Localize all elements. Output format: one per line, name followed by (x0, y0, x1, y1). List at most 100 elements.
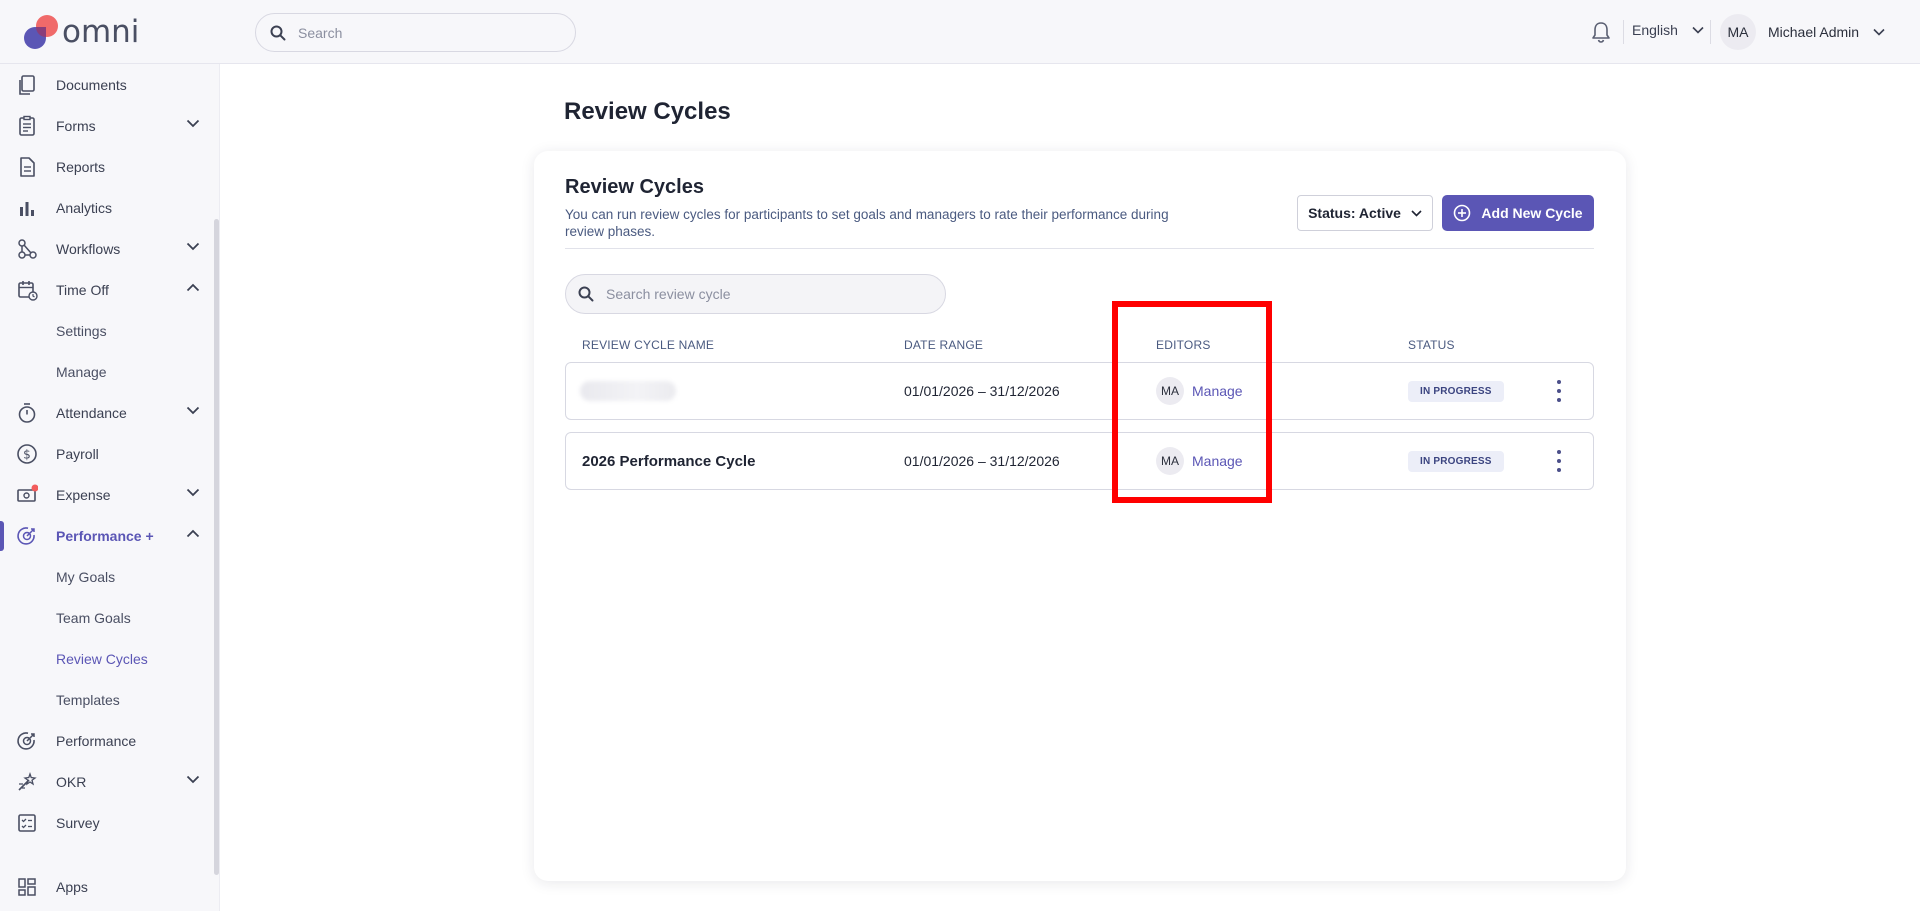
chevron-up-icon (186, 529, 200, 538)
sidebar-item-label: Reports (56, 158, 106, 175)
forms-icon (19, 115, 35, 136)
sidebar-item-label: My Goals (56, 568, 116, 585)
card-divider (565, 248, 1594, 249)
sidebar-item-label: Apps (56, 878, 88, 895)
reports-icon (20, 157, 35, 177)
sidebar-item-label: Analytics (56, 199, 113, 216)
sidebar-subitem-settings[interactable]: Settings (0, 310, 212, 351)
notification-bell-icon[interactable] (1590, 20, 1612, 47)
sidebar-item-label: Settings (56, 322, 107, 339)
chevron-up-icon (186, 283, 200, 292)
add-new-cycle-button[interactable]: Add New Cycle (1442, 195, 1594, 231)
page-title: Review Cycles (564, 98, 731, 125)
expense-icon (17, 484, 38, 502)
analytics-icon (20, 202, 34, 216)
sidebar-item-workflows[interactable]: Workflows (0, 228, 212, 269)
sidebar-item-label: Workflows (56, 240, 121, 257)
sidebar-item-label: Review Cycles (56, 650, 148, 667)
sidebar-item-documents[interactable]: Documents (0, 64, 212, 105)
sidebar-item-apps[interactable]: Apps (0, 866, 212, 907)
sidebar-item-label: Performance + (56, 527, 154, 544)
sidebar-item-performance-plus[interactable]: Performance + (0, 515, 212, 556)
omni-logo[interactable]: omni (22, 12, 152, 52)
survey-icon (18, 814, 36, 832)
sidebar-item-forms[interactable]: Forms (0, 105, 212, 146)
sidebar-item-label: Payroll (56, 445, 99, 462)
sidebar-item-attendance[interactable]: Attendance (0, 392, 212, 433)
language-selector[interactable]: English (1632, 22, 1704, 38)
date-range-cell: 01/01/2026 – 31/12/2026 (904, 453, 1060, 469)
sidebar-item-time-off[interactable]: Time Off (0, 269, 212, 310)
svg-text:$: $ (23, 448, 31, 462)
plus-circle-icon (1454, 204, 1471, 222)
search-icon (578, 286, 594, 302)
card-title: Review Cycles (565, 176, 704, 198)
editors-highlight-box (1112, 301, 1272, 503)
status-badge: IN PROGRESS (1408, 450, 1504, 472)
sidebar-subitem-review-cycles[interactable]: Review Cycles (0, 638, 212, 679)
sidebar: Documents Forms Reports Analytics Workfl… (0, 64, 220, 911)
header-divider (1710, 20, 1711, 44)
status-filter-label: Status: Active (1308, 205, 1401, 221)
logo-text: omni (62, 14, 140, 50)
column-header-name: REVIEW CYCLE NAME (582, 338, 715, 352)
column-header-date-range: DATE RANGE (904, 338, 984, 352)
sidebar-subitem-manage[interactable]: Manage (0, 351, 212, 392)
performance-icon (17, 527, 35, 545)
review-cycles-card: Review Cycles You can run review cycles … (534, 151, 1626, 881)
dollar-icon: $ (17, 444, 37, 464)
blurred-cycle-name (580, 381, 676, 401)
status-cell: IN PROGRESS (1408, 363, 1504, 419)
column-header-status: STATUS (1408, 338, 1455, 352)
add-new-cycle-label: Add New Cycle (1481, 205, 1583, 221)
table-row[interactable]: 01/01/2026 – 31/12/2026 MA Manage IN PRO… (565, 362, 1594, 420)
chevron-down-icon (1411, 209, 1422, 217)
sidebar-item-label: Performance (56, 732, 137, 749)
sidebar-subitem-my-goals[interactable]: My Goals (0, 556, 212, 597)
more-options-icon[interactable] (1556, 450, 1562, 472)
user-avatar: MA (1720, 14, 1756, 50)
header-divider (1623, 20, 1624, 44)
status-filter-dropdown[interactable]: Status: Active (1297, 195, 1433, 231)
more-options-icon[interactable] (1556, 380, 1562, 402)
documents-icon (19, 75, 35, 95)
chevron-down-icon (1692, 26, 1704, 34)
sidebar-subitem-templates[interactable]: Templates (0, 679, 212, 720)
sidebar-item-performance[interactable]: Performance (0, 720, 212, 761)
sidebar-item-expense[interactable]: Expense (0, 474, 212, 515)
active-indicator (0, 521, 4, 551)
sidebar-item-survey[interactable]: Survey (0, 802, 212, 843)
review-cycle-search-input[interactable] (606, 286, 906, 302)
chevron-down-icon (1873, 28, 1885, 36)
sidebar-item-label: Forms (56, 117, 96, 134)
status-cell: IN PROGRESS (1408, 433, 1504, 489)
date-range-cell: 01/01/2026 – 31/12/2026 (904, 383, 1060, 399)
status-badge: IN PROGRESS (1408, 380, 1504, 402)
cycle-name-cell[interactable]: 2026 Performance Cycle (582, 433, 755, 489)
review-cycle-search[interactable] (565, 274, 946, 314)
sidebar-item-payroll[interactable]: $ Payroll (0, 433, 212, 474)
chevron-down-icon (186, 775, 200, 784)
sidebar-subitem-team-goals[interactable]: Team Goals (0, 597, 212, 638)
logo-mark-icon (22, 13, 60, 51)
sidebar-item-analytics[interactable]: Analytics (0, 187, 212, 228)
table-row[interactable]: 2026 Performance Cycle 01/01/2026 – 31/1… (565, 432, 1594, 490)
performance-icon (17, 732, 35, 750)
sidebar-item-label: Documents (56, 76, 127, 93)
global-search-input[interactable] (298, 24, 538, 41)
card-description: You can run review cycles for participan… (565, 207, 1169, 239)
sidebar-item-okr[interactable]: OKR (0, 761, 212, 802)
chevron-down-icon (186, 242, 200, 251)
language-label: English (1632, 22, 1678, 38)
sidebar-item-label: Templates (56, 691, 120, 708)
workflows-icon (18, 239, 37, 259)
user-menu[interactable]: MA Michael Admin (1720, 14, 1885, 50)
sidebar-item-label: Manage (56, 363, 107, 380)
search-icon (270, 25, 286, 40)
global-search[interactable] (255, 13, 576, 52)
sidebar-item-label: Team Goals (56, 609, 131, 626)
chevron-down-icon (186, 119, 200, 128)
sidebar-scrollbar[interactable] (214, 219, 219, 875)
top-bar: omni English MA Michael Admin (0, 0, 1920, 64)
sidebar-item-reports[interactable]: Reports (0, 146, 212, 187)
